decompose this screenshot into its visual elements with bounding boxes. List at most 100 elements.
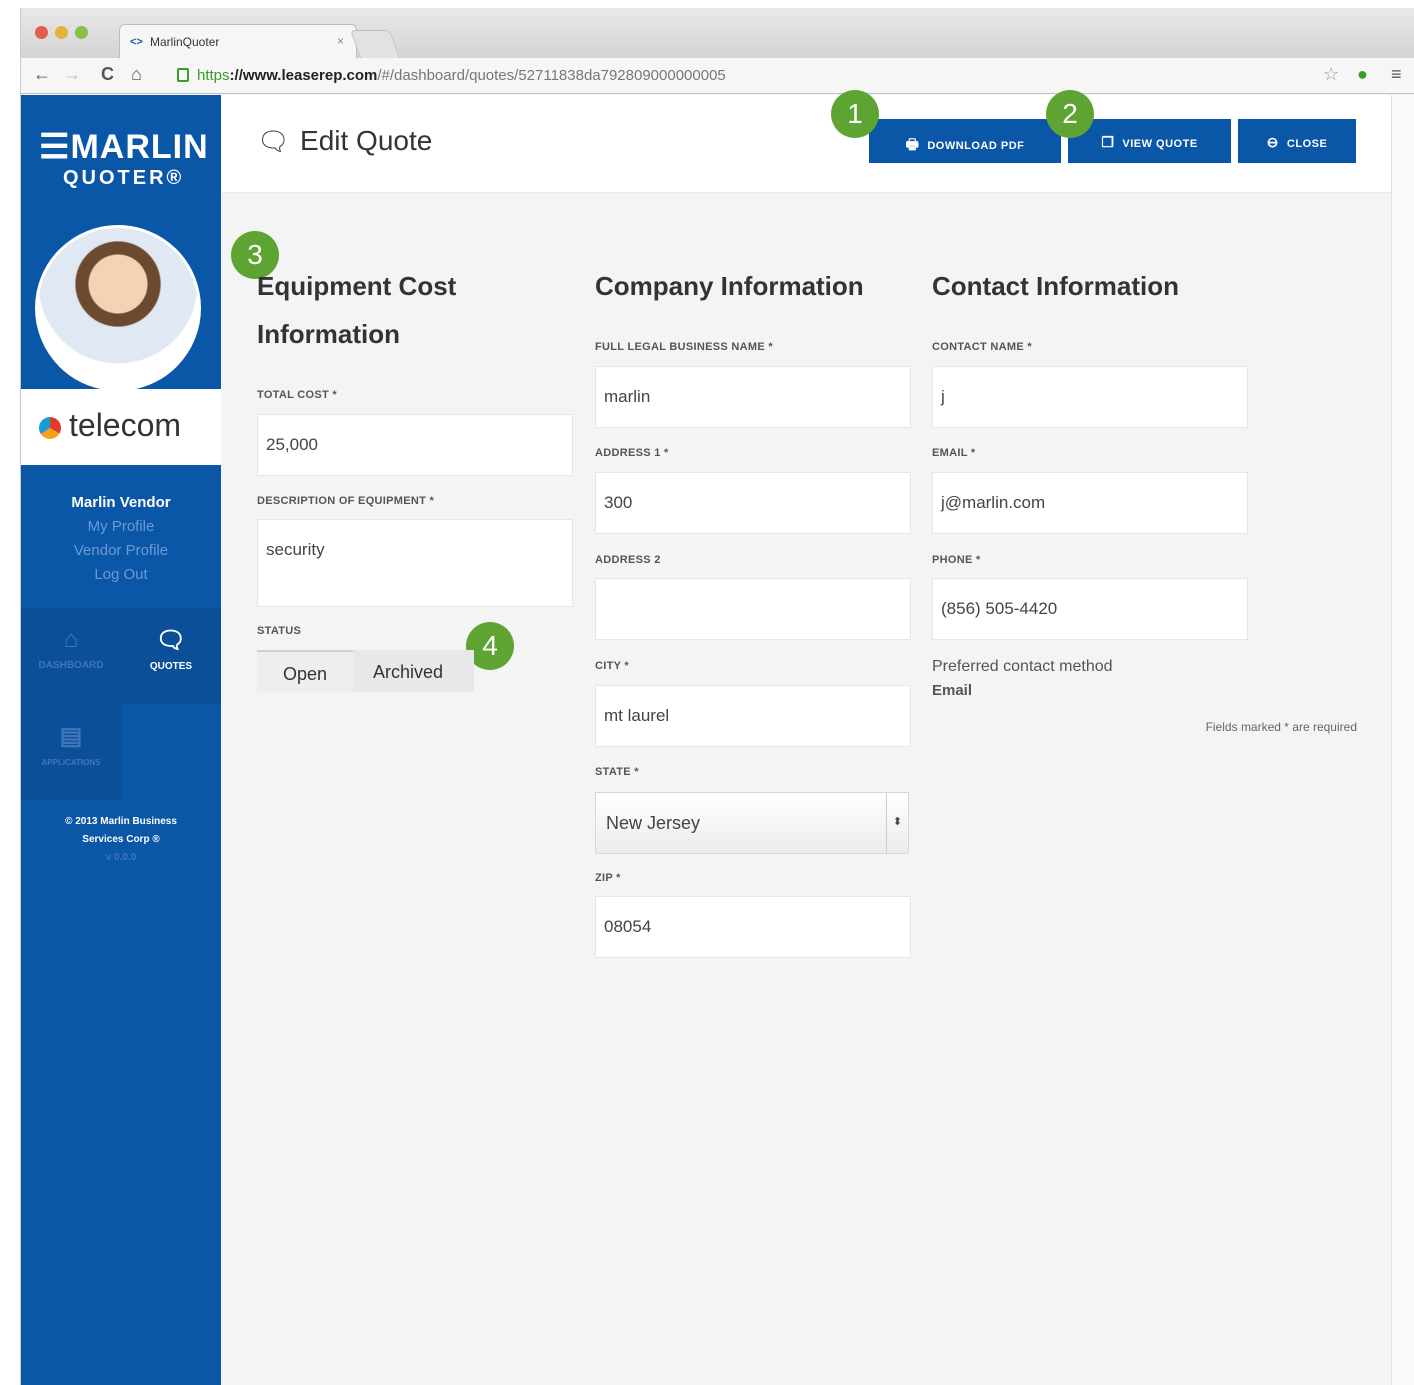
browser-toolbar: ← → C ⌂ https://www.leaserep.com/#/dashb… — [21, 58, 1414, 94]
address1-input[interactable]: 300 — [595, 472, 911, 534]
tab-close-icon[interactable]: × — [337, 34, 344, 48]
zip-input[interactable]: 08054 — [595, 896, 911, 958]
printer-icon: 🖶 — [905, 136, 920, 152]
copyright: © 2013 Marlin Business Services Corp ® v… — [21, 813, 221, 867]
url-domain: ://www.leaserep.com — [229, 67, 378, 84]
sidebar: ☰MARLIN QUOTER® telecom Marlin Vendor My… — [21, 95, 221, 1385]
page-header: 🗨 Edit Quote 🖶 Download PDF ❐ View Quote ⊖ C… — [221, 95, 1392, 193]
status-label: STATUS — [257, 625, 302, 637]
sidebar-item-label: QUOTES — [149, 661, 193, 672]
contact-name-input[interactable]: j — [932, 366, 1248, 428]
zip-label: ZIP * — [595, 872, 621, 884]
my-profile-link[interactable]: My Profile — [21, 515, 221, 539]
browser-window: <> MarlinQuoter × ← → C ⌂ https://www.le… — [20, 8, 1414, 1385]
description-textarea[interactable]: security — [257, 519, 573, 607]
total-cost-label: TOTAL COST * — [257, 389, 337, 401]
telecom-logo-icon — [39, 417, 61, 439]
phone-label: PHONE * — [932, 554, 981, 566]
status-toggle: Open Archived — [257, 650, 474, 692]
vendor-profile-link[interactable]: Vendor Profile — [21, 539, 221, 563]
tab-title: MarlinQuoter — [150, 35, 220, 49]
phone-input[interactable]: (856) 505-4420 — [932, 578, 1248, 640]
contact-section-title: Contact Information — [932, 271, 1179, 301]
address2-input[interactable] — [595, 578, 911, 640]
city-label: CITY * — [595, 660, 629, 672]
view-quote-label: View Quote — [1122, 138, 1198, 150]
sidebar-item-label: DASHBOARD — [38, 660, 104, 671]
close-button[interactable]: ⊖ Close — [1238, 119, 1356, 163]
equipment-section-title: Equipment Cost Information — [257, 262, 456, 358]
sidebar-item-dashboard[interactable]: ⌂ DASHBOARD — [21, 608, 121, 704]
document-icon: ▤ — [59, 723, 83, 750]
home-icon: ⌂ — [63, 626, 79, 653]
status-archived-tab[interactable]: Archived — [373, 662, 443, 683]
sidebar-item-label: APPLICATIONS — [41, 758, 101, 767]
vendor-brand-name: telecom — [69, 407, 182, 443]
vendor-brand: telecom — [21, 389, 221, 465]
address1-label: ADDRESS 1 * — [595, 447, 669, 459]
minimize-window-button[interactable] — [55, 26, 68, 39]
reload-icon[interactable]: C — [101, 64, 114, 85]
sidebar-item-applications[interactable]: ▤ APPLICATIONS — [21, 704, 121, 800]
total-cost-input[interactable]: 25,000 — [257, 414, 573, 476]
url-scheme: https — [197, 67, 230, 84]
close-window-button[interactable] — [35, 26, 48, 39]
email-label: EMAIL * — [932, 447, 976, 459]
download-pdf-label: Download PDF — [927, 140, 1025, 152]
home-icon[interactable]: ⌂ — [131, 64, 142, 85]
page-title: 🗨 Edit Quote — [257, 125, 432, 157]
sidebar-nav: ⌂ DASHBOARD 🗨 QUOTES ▤ APPLICATIONS — [21, 608, 221, 800]
page-scrollbar[interactable] — [1391, 95, 1414, 1385]
description-label: DESCRIPTION OF EQUIPMENT * — [257, 495, 435, 507]
view-quote-button[interactable]: ❐ View Quote — [1068, 119, 1231, 163]
section-title-line: Equipment Cost — [257, 271, 457, 301]
close-label: Close — [1286, 138, 1328, 150]
state-label: STATE * — [595, 766, 639, 778]
contact-name-label: CONTACT NAME * — [932, 341, 1032, 353]
status-open-tab[interactable]: Open — [257, 650, 353, 692]
forward-icon[interactable]: → — [63, 64, 81, 85]
maximize-window-button[interactable] — [75, 26, 88, 39]
callout-badge: 2 — [1046, 90, 1094, 138]
browser-tab[interactable]: <> MarlinQuoter × — [119, 24, 357, 58]
version-text: v 0.0.0 — [105, 852, 137, 863]
state-select[interactable]: New Jersey ⬍ — [595, 792, 909, 854]
business-name-input[interactable]: marlin — [595, 366, 911, 428]
avatar — [35, 225, 201, 391]
extension-icon[interactable]: ● — [1357, 64, 1368, 85]
copyright-line: © 2013 Marlin Business — [65, 816, 177, 827]
required-fields-note: Fields marked * are required — [1205, 720, 1357, 734]
marlin-favicon-icon: <> — [130, 36, 143, 48]
download-pdf-button[interactable]: 🖶 Download PDF — [869, 119, 1061, 163]
bookmark-star-icon[interactable]: ☆ — [1323, 64, 1339, 85]
copyright-line: Services Corp ® — [82, 834, 160, 845]
new-tab-button[interactable] — [349, 30, 401, 58]
user-menu: Marlin Vendor My Profile Vendor Profile … — [21, 491, 221, 587]
close-circle-icon: ⊖ — [1266, 134, 1279, 150]
sidebar-item-quotes[interactable]: 🗨 QUOTES — [121, 608, 221, 704]
chat-icon: 🗨 — [155, 627, 187, 654]
email-field[interactable]: j@marlin.com — [932, 472, 1248, 534]
address-bar[interactable]: https://www.leaserep.com/#/dashboard/quo… — [169, 63, 1331, 89]
url-path: /#/dashboard/quotes/52711838da7928090000… — [377, 67, 726, 84]
menu-icon[interactable]: ≡ — [1391, 64, 1402, 85]
state-selected-value: New Jersey — [606, 813, 701, 833]
preferred-contact-label: Preferred contact method — [932, 658, 1113, 675]
lock-icon — [177, 68, 189, 82]
company-section-title: Company Information — [595, 271, 864, 301]
tab-bar: <> MarlinQuoter × — [21, 8, 1414, 58]
preferred-contact-value: Email — [932, 682, 973, 699]
page-title-text: Edit Quote — [300, 125, 433, 156]
business-name-label: FULL LEGAL BUSINESS NAME * — [595, 341, 773, 353]
address2-label: ADDRESS 2 — [595, 554, 661, 566]
section-title-line: Information — [257, 319, 400, 349]
marlin-logo[interactable]: ☰MARLIN — [39, 127, 209, 167]
chat-icon: 🗨 — [257, 126, 291, 156]
quoter-logo-subtitle: QUOTER® — [63, 167, 185, 189]
back-icon[interactable]: ← — [33, 64, 51, 85]
callout-badge: 1 — [831, 90, 879, 138]
city-input[interactable]: mt laurel — [595, 685, 911, 747]
user-name: Marlin Vendor — [71, 494, 171, 511]
select-arrows-icon: ⬍ — [886, 793, 908, 853]
log-out-link[interactable]: Log Out — [21, 563, 221, 587]
